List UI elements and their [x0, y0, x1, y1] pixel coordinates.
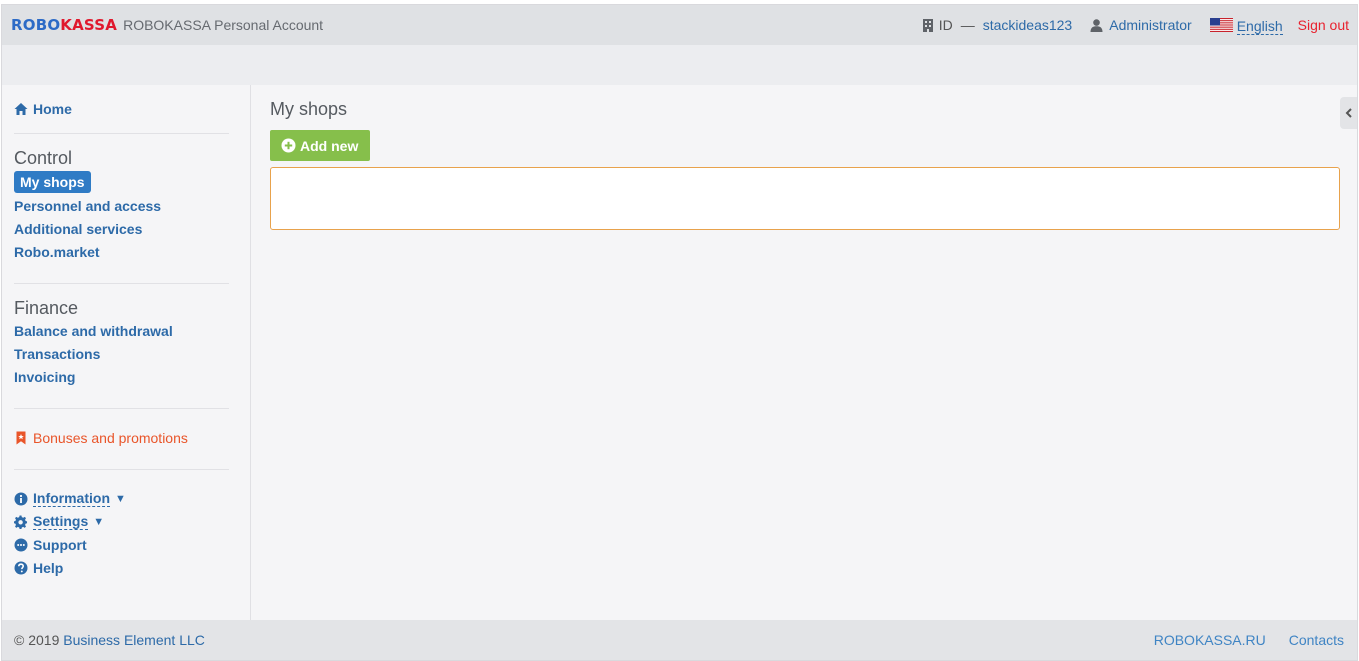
shops-list-panel [270, 167, 1340, 230]
sidebar-item-balance[interactable]: Balance and withdrawal [14, 319, 229, 342]
question-icon [14, 561, 28, 574]
user-role: Administrator [1109, 17, 1192, 33]
header-right: ID — stackideas123 Administrator English… [922, 5, 1357, 45]
sidebar-item-transactions[interactable]: Transactions [14, 342, 229, 365]
logo-kassa: KASSA [60, 16, 118, 34]
footer-links: ROBOKASSA.RU Contacts [1131, 632, 1344, 648]
chat-bubble-icon [14, 538, 28, 551]
home-icon [14, 102, 28, 115]
building-icon [922, 18, 933, 32]
sidebar-item-my-shops[interactable]: My shops [14, 171, 91, 193]
divider [14, 469, 229, 470]
us-flag-icon [1209, 18, 1233, 32]
id-value-link[interactable]: stackideas123 [983, 17, 1073, 33]
divider [14, 283, 229, 284]
contacts-link[interactable]: Contacts [1289, 632, 1344, 648]
sub-header-bar [2, 45, 1357, 85]
sidebar-item-settings[interactable]: Settings ▼ [14, 510, 229, 533]
sidebar-item-invoicing[interactable]: Invoicing [14, 365, 229, 388]
sidebar-item-home[interactable]: Home [14, 97, 229, 120]
page: ROBO KASSA ROBOKASSA Personal Account ID … [1, 4, 1358, 661]
account-id: ID — stackideas123 [922, 17, 1073, 33]
sign-out-link[interactable]: Sign out [1298, 17, 1349, 33]
sidebar-item-bonuses[interactable]: Bonuses and promotions [14, 426, 229, 449]
caret-down-icon: ▼ [93, 515, 105, 528]
section-heading-control: Control [14, 148, 73, 168]
robokassa-logo[interactable]: ROBO KASSA [11, 16, 117, 34]
id-label: ID [938, 17, 953, 33]
divider [14, 133, 229, 134]
add-new-label: Add new [300, 137, 359, 154]
gear-icon [14, 514, 28, 529]
sidebar-item-help[interactable]: Help [14, 556, 229, 579]
sidebar-item-label: Help [33, 559, 64, 576]
language-link[interactable]: English [1236, 18, 1283, 35]
language-selector[interactable]: English [1209, 16, 1283, 35]
copyright: © 2019 Business Element LLC [14, 632, 205, 648]
user-icon [1090, 18, 1103, 32]
sidebar-item-personnel[interactable]: Personnel and access [14, 194, 229, 217]
info-icon [14, 492, 28, 505]
sidebar-item-information[interactable]: Information ▼ [14, 487, 229, 510]
sidebar-item-label: Settings [33, 512, 89, 530]
panel-collapse-toggle[interactable] [1340, 97, 1357, 129]
company-link[interactable]: Business Element LLC [63, 632, 205, 648]
sidebar-item-robo-market[interactable]: Robo.market [14, 240, 229, 263]
robokassa-site-link[interactable]: ROBOKASSA.RU [1154, 632, 1266, 648]
plus-circle-icon [281, 138, 296, 153]
sidebar-item-additional-services[interactable]: Additional services [14, 217, 229, 240]
divider [14, 408, 229, 409]
chevron-left-icon [1345, 108, 1352, 118]
app-title: ROBOKASSA Personal Account [123, 17, 324, 33]
sidebar-item-label: Bonuses and promotions [33, 429, 188, 446]
copyright-year: © 2019 [14, 632, 60, 648]
bookmark-icon [16, 431, 26, 444]
logo-robo: ROBO [11, 16, 61, 34]
sidebar-item-label: Information [33, 489, 110, 507]
caret-down-icon: ▼ [115, 492, 126, 505]
sidebar-item-label: Support [33, 536, 87, 553]
user-menu[interactable]: Administrator [1090, 17, 1192, 33]
sidebar-item-support[interactable]: Support [14, 533, 229, 556]
section-heading-finance: Finance [14, 298, 79, 318]
footer: © 2019 Business Element LLC ROBOKASSA.RU… [2, 620, 1357, 660]
id-dash: — [960, 17, 975, 33]
main-content: My shops Add new [270, 85, 1340, 230]
top-header: ROBO KASSA ROBOKASSA Personal Account ID … [2, 5, 1357, 45]
sidebar-item-label: Home [33, 100, 72, 117]
add-new-button[interactable]: Add new [270, 130, 371, 161]
sidebar: Home Control My shops Personnel and acce… [2, 85, 251, 621]
page-title: My shops [270, 99, 348, 119]
